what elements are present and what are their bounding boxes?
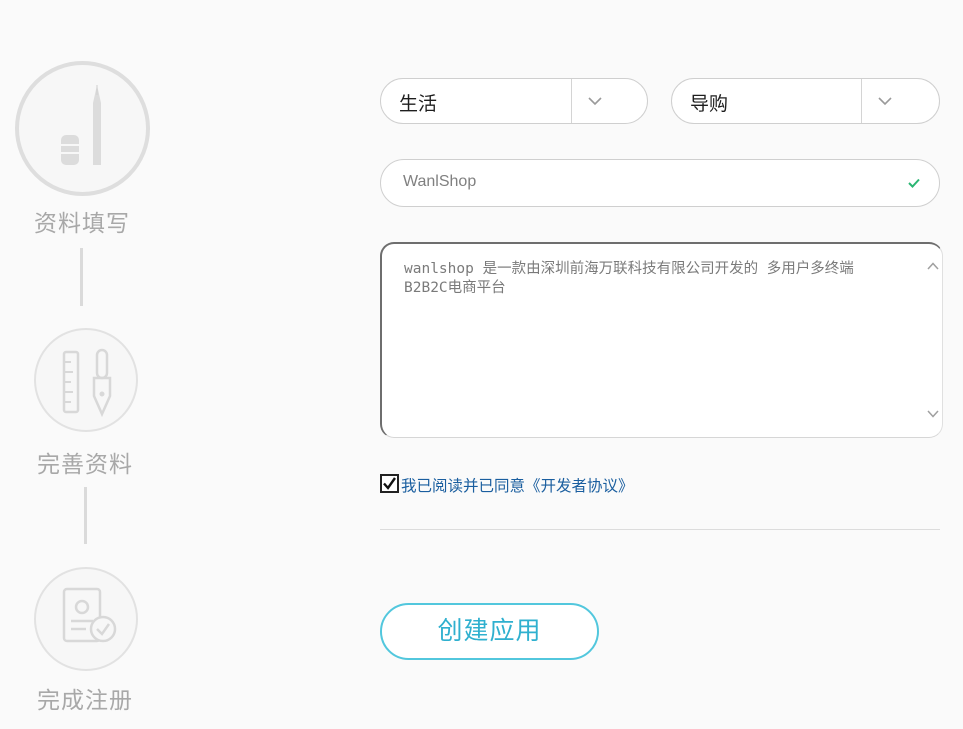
- scroll-up-icon[interactable]: [927, 262, 939, 270]
- scroll-down-icon[interactable]: [927, 410, 939, 418]
- agreement-link[interactable]: 我已阅读并已同意《开发者协议》: [401, 474, 634, 496]
- valid-check-icon: [908, 178, 920, 188]
- step-1-label: 资料填写: [34, 211, 130, 237]
- chevron-down-icon[interactable]: [878, 96, 892, 106]
- category-secondary-value: 导购: [690, 93, 729, 115]
- category-secondary-select[interactable]: 导购: [671, 78, 940, 124]
- chevron-down-icon[interactable]: [588, 96, 602, 106]
- select-divider: [861, 79, 862, 123]
- agreement-checkbox[interactable]: [380, 474, 399, 493]
- app-name-value: WanlShop: [403, 173, 477, 190]
- step-connector: [80, 248, 83, 306]
- create-app-page: 资料填写 完善资料 完成注册 生活 导购 WanlShop wanlshop 是…: [0, 0, 963, 729]
- step-1-circle: [15, 61, 150, 196]
- select-divider: [571, 79, 572, 123]
- step-2-circle: [34, 328, 138, 432]
- app-description-value: wanlshop 是一款由深圳前海万联科技有限公司开发的 多用户多终端 B2B2…: [404, 261, 863, 296]
- app-name-input[interactable]: WanlShop: [380, 159, 940, 207]
- step-3-circle: [34, 567, 138, 671]
- app-description-textarea[interactable]: wanlshop 是一款由深圳前海万联科技有限公司开发的 多用户多终端 B2B2…: [380, 242, 943, 438]
- pen-and-eraser-icon: [61, 85, 101, 165]
- form-divider: [380, 529, 940, 530]
- step-3-label: 完成注册: [37, 688, 133, 714]
- create-app-button[interactable]: 创建应用: [380, 603, 599, 660]
- document-check-icon: [62, 587, 117, 643]
- step-2-label: 完善资料: [37, 452, 133, 478]
- category-primary-select[interactable]: 生活: [380, 78, 648, 124]
- ruler-and-pen-icon: [62, 348, 112, 418]
- step-connector: [84, 487, 87, 544]
- category-primary-value: 生活: [399, 93, 438, 115]
- checkmark-icon: [383, 477, 396, 490]
